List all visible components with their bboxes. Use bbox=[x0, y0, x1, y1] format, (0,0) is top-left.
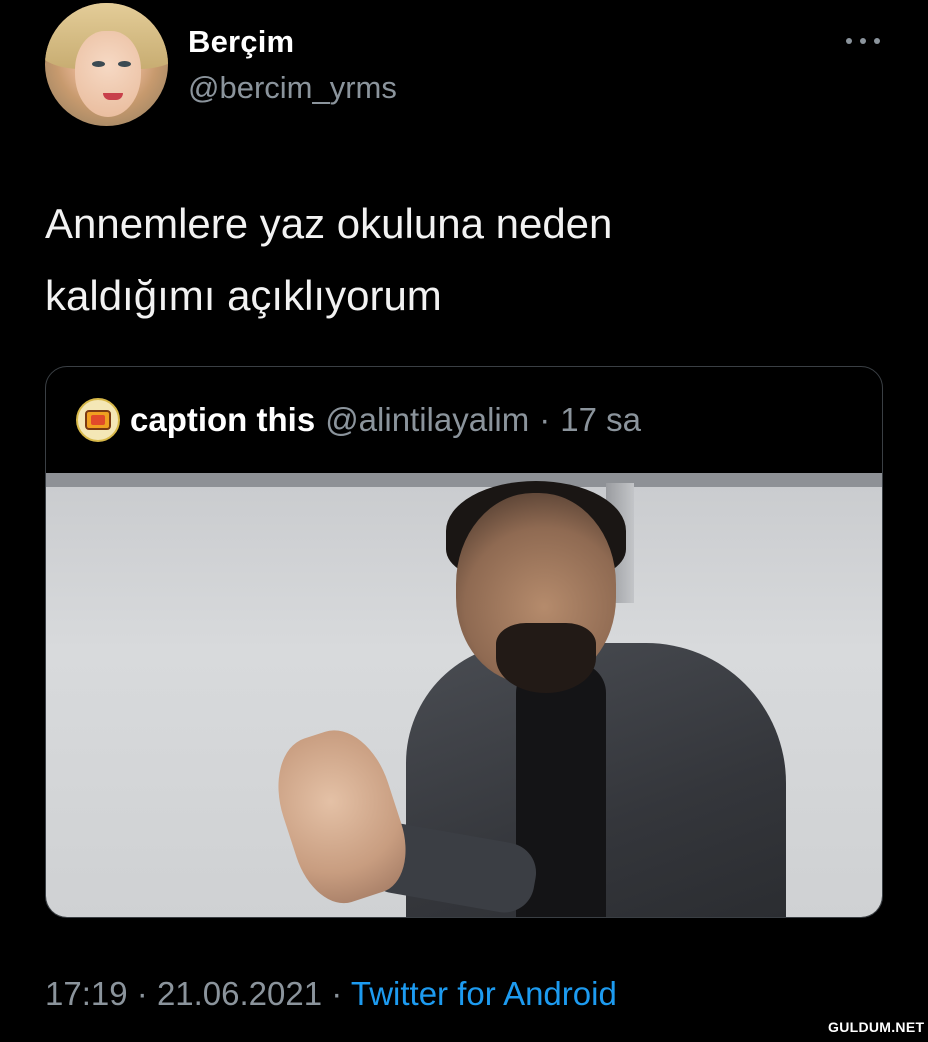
more-dot bbox=[874, 38, 880, 44]
tweet-date: 21.06.2021 bbox=[156, 975, 323, 1012]
avatar-eye-left bbox=[92, 61, 105, 67]
tv-shape bbox=[85, 410, 111, 430]
author-avatar[interactable] bbox=[45, 3, 168, 126]
tweet-time: 17:19 bbox=[45, 975, 128, 1012]
avatar-eye-right bbox=[118, 61, 131, 67]
more-dot bbox=[860, 38, 866, 44]
quoted-tweet-card[interactable]: caption this @alintilayalim · 17 sa bbox=[45, 366, 883, 918]
quoted-tweet-image[interactable] bbox=[46, 473, 882, 917]
avatar-face bbox=[75, 31, 141, 117]
author-handle[interactable]: @bercim_yrms bbox=[188, 70, 397, 106]
tweet-text: Annemlere yaz okuluna neden kaldığımı aç… bbox=[45, 188, 865, 332]
image-ceiling bbox=[46, 473, 882, 487]
tweet-text-line: kaldığımı açıklıyorum bbox=[45, 272, 442, 319]
watermark: GULDUM.NET bbox=[828, 1019, 925, 1035]
tv-logo-icon bbox=[76, 398, 120, 442]
tweet-screen: Berçim @bercim_yrms Annemlere yaz okulun… bbox=[0, 0, 928, 1042]
author-display-name[interactable]: Berçim bbox=[188, 24, 294, 60]
meta-separator: · bbox=[136, 975, 148, 1012]
quoted-tweet-header: caption this @alintilayalim · 17 sa bbox=[76, 397, 641, 443]
tweet-source-link[interactable]: Twitter for Android bbox=[351, 975, 617, 1012]
image-man-beard bbox=[496, 623, 596, 693]
tweet-meta: 17:19 · 21.06.2021 · Twitter for Android bbox=[45, 975, 617, 1013]
more-horizontal-icon[interactable] bbox=[846, 34, 880, 48]
more-dot bbox=[846, 38, 852, 44]
quoted-author-handle: @alintilayalim bbox=[325, 401, 530, 438]
meta-separator: · bbox=[331, 975, 343, 1012]
quoted-separator: · bbox=[539, 401, 551, 438]
quoted-author-name: caption this bbox=[130, 401, 316, 438]
quoted-time: 17 sa bbox=[560, 401, 641, 438]
tweet-text-line: Annemlere yaz okuluna neden bbox=[45, 200, 613, 247]
